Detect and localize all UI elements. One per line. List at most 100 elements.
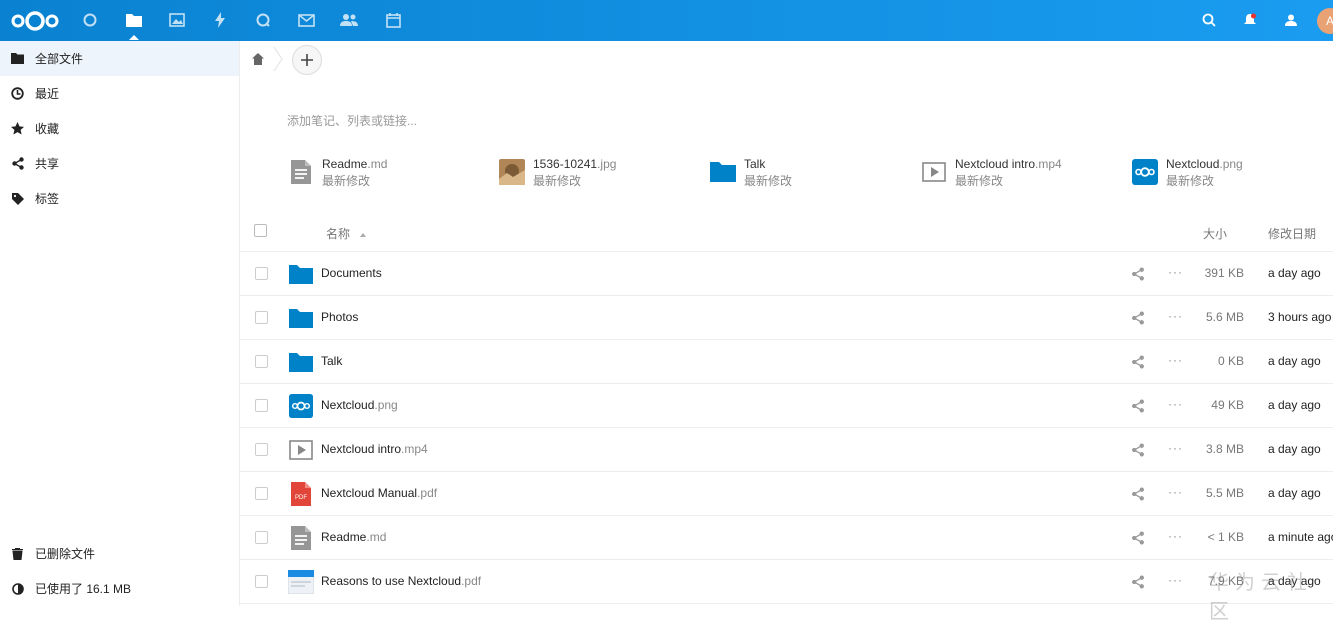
sidebar-item-favorites[interactable]: 收藏 [0,111,239,146]
star-icon [11,122,24,135]
table-row[interactable]: Nextcloud intro.mp4 ··· 3.8 MB a day ago [240,428,1333,472]
file-name[interactable]: Nextcloud Manual.pdf [321,486,437,500]
share-icon[interactable] [1131,443,1145,457]
quota-pie-icon [11,582,24,595]
table-row[interactable]: Documents ··· 391 KB a day ago [240,252,1333,296]
sidebar-item-label: 收藏 [35,122,60,136]
row-checkbox[interactable] [255,355,268,368]
watermark: 华为云社区 [1209,572,1313,623]
file-name[interactable]: Documents [321,266,382,280]
new-button[interactable] [292,45,322,75]
column-name-header[interactable]: 名称 [326,225,367,242]
sidebar: 全部文件 最近 收藏 共享 标签 已删除文件 已使用了 16.1 MB [0,41,240,606]
share-icon[interactable] [1131,311,1145,325]
rich-workspace-input[interactable] [287,111,887,131]
activity-icon[interactable] [208,8,232,32]
table-row[interactable]: Nextcloud.png ··· 49 KB a day ago [240,384,1333,428]
share-icon[interactable] [1131,487,1145,501]
row-checkbox[interactable] [255,399,268,412]
dashboard-icon[interactable] [78,8,102,32]
file-name[interactable]: Readme.md [321,530,386,544]
file-modified: a day ago [1268,442,1321,456]
sidebar-item-tags[interactable]: 标签 [0,181,239,216]
nextcloud-logo[interactable] [10,8,60,34]
file-modified: a day ago [1268,266,1321,280]
mail-icon[interactable] [294,8,318,32]
sidebar-item-trash[interactable]: 已删除文件 [0,536,239,571]
recent-file-jpg[interactable]: 1536-10241.jpg 最新修改 [499,155,616,195]
folder-icon [710,159,736,185]
file-name[interactable]: Talk [321,354,342,368]
trash-label: 已删除文件 [35,547,96,561]
row-checkbox[interactable] [255,443,268,456]
sidebar-item-label: 共享 [35,157,60,171]
video-icon [921,159,947,185]
sidebar-item-shares[interactable]: 共享 [0,146,239,181]
share-icon[interactable] [1131,399,1145,413]
recent-file-name: Nextcloud.png [1166,157,1243,171]
recent-file-status: 最新修改 [744,174,793,188]
sidebar-item-label: 最近 [35,87,60,101]
contacts-menu-icon[interactable] [1279,8,1303,32]
row-checkbox[interactable] [255,311,268,324]
photos-icon[interactable] [165,8,189,32]
folder-icon [288,305,314,331]
row-checkbox[interactable] [255,575,268,588]
more-actions-icon[interactable]: ··· [1168,485,1184,501]
column-modified-header[interactable]: 修改日期 [1268,225,1316,242]
table-row[interactable]: Readme.md ··· < 1 KB a minute ago [240,516,1333,560]
file-name[interactable]: Nextcloud.png [321,398,398,412]
more-actions-icon[interactable]: ··· [1168,529,1184,545]
row-checkbox[interactable] [255,531,268,544]
search-icon[interactable] [1197,8,1221,32]
recent-file-video[interactable]: Nextcloud intro.mp4 最新修改 [921,155,1062,195]
file-name[interactable]: Photos [321,310,358,324]
notifications-icon[interactable] [1238,8,1262,32]
talk-icon[interactable] [251,8,275,32]
recent-file-png[interactable]: Nextcloud.png 最新修改 [1132,155,1243,195]
plus-icon [301,54,313,66]
more-actions-icon[interactable]: ··· [1168,265,1184,281]
sidebar-item-label: 标签 [35,192,60,206]
share-icon[interactable] [1131,267,1145,281]
calendar-icon[interactable] [381,8,405,32]
table-row[interactable]: Talk ··· 0 KB a day ago [240,340,1333,384]
folder-icon [11,52,24,65]
more-actions-icon[interactable]: ··· [1168,309,1184,325]
select-all-checkbox[interactable] [254,224,267,237]
file-modified: 3 hours ago [1268,310,1332,324]
trash-icon [11,547,24,560]
file-name[interactable]: Nextcloud intro.mp4 [321,442,428,456]
sidebar-item-recent[interactable]: 最近 [0,76,239,111]
file-name[interactable]: Reasons to use Nextcloud.pdf [321,574,481,588]
more-actions-icon[interactable]: ··· [1168,441,1184,457]
image-thumbnail [499,159,525,185]
files-icon[interactable] [122,8,146,40]
sidebar-item-all-files[interactable]: 全部文件 [0,41,239,76]
recent-folder-talk[interactable]: Talk 最新修改 [710,155,792,195]
table-row[interactable]: PDF Nextcloud Manual.pdf ··· 5.5 MB a da… [240,472,1333,516]
column-size-header[interactable]: 大小 [1203,225,1227,242]
more-actions-icon[interactable]: ··· [1168,573,1184,589]
user-avatar[interactable]: A [1317,8,1333,34]
home-icon[interactable] [250,51,266,67]
row-checkbox[interactable] [255,487,268,500]
share-icon[interactable] [1131,531,1145,545]
file-modified: a day ago [1268,398,1321,412]
clock-icon [11,87,24,100]
more-actions-icon[interactable]: ··· [1168,397,1184,413]
recent-file-status: 最新修改 [955,174,1004,188]
recent-file-readme[interactable]: Readme.md 最新修改 [288,155,387,195]
row-checkbox[interactable] [255,267,268,280]
sidebar-item-label: 全部文件 [35,52,84,66]
pdf-thumbnail [288,569,314,595]
table-row[interactable]: Photos ··· 5.6 MB 3 hours ago [240,296,1333,340]
table-row[interactable]: Reasons to use Nextcloud.pdf ··· 7.9 KB … [240,560,1333,604]
file-size: < 1 KB [1207,530,1244,544]
contacts-icon[interactable] [337,8,361,32]
share-icon[interactable] [1131,355,1145,369]
share-icon[interactable] [1131,575,1145,589]
pdf-icon: PDF [288,481,314,507]
more-actions-icon[interactable]: ··· [1168,353,1184,369]
nextcloud-logo-icon [1132,159,1158,185]
